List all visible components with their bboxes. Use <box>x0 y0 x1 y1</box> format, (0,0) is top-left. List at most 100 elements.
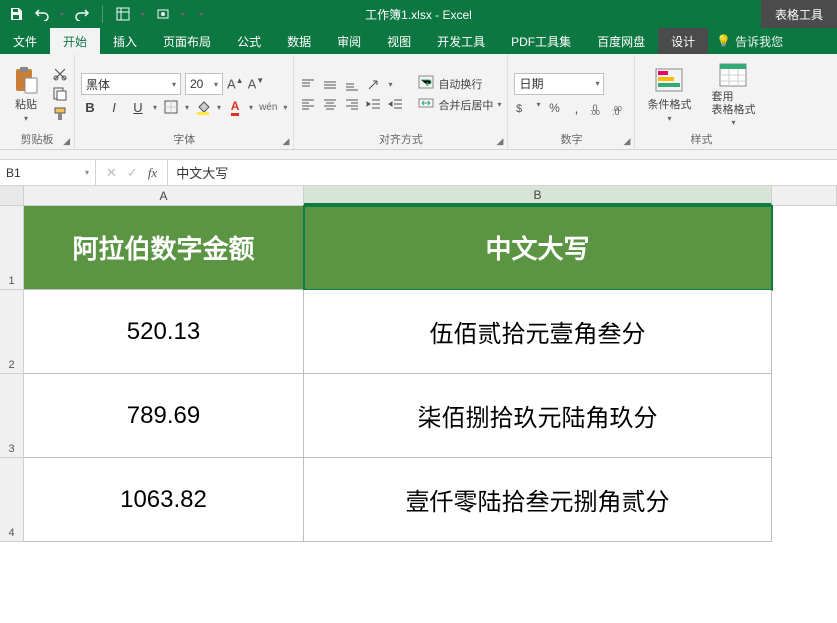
tab-developer[interactable]: 开发工具 <box>424 28 498 54</box>
conditional-format-button[interactable]: 条件格式 ▾ <box>641 64 697 125</box>
accounting-icon[interactable]: $ <box>514 100 530 116</box>
increase-decimal-icon[interactable]: .0.00 <box>590 100 606 116</box>
quick-access-toolbar: ▾ ▾ ▾ ▾ <box>0 5 211 23</box>
row-header-2[interactable]: 2 <box>0 290 24 374</box>
paste-button[interactable]: 粘贴 ▾ <box>6 64 46 125</box>
number-launcher-icon[interactable]: ◢ <box>624 136 631 147</box>
font-size-combo[interactable]: 20▾ <box>185 73 223 95</box>
phonetic-icon[interactable]: wén <box>259 102 277 113</box>
name-box[interactable]: B1 ▾ <box>0 160 96 185</box>
worksheet-grid: A B 1 2 3 4 阿拉伯数字金额 中文大写 520.13 伍佰贰拾元壹角叁… <box>0 186 837 542</box>
cancel-icon[interactable]: ✕ <box>106 165 117 181</box>
formula-input[interactable]: 中文大写 <box>168 160 837 185</box>
group-number: 日期▾ $▾ % , .0.00 .00.0 数字◢ <box>508 54 635 149</box>
qat-extra1-icon[interactable] <box>115 6 131 22</box>
enter-icon[interactable]: ✓ <box>127 165 138 181</box>
alignment-launcher-icon[interactable]: ◢ <box>497 136 504 147</box>
tab-pdf[interactable]: PDF工具集 <box>498 28 584 54</box>
tell-me-label: 告诉我您 <box>735 33 783 50</box>
tab-home[interactable]: 开始 <box>50 28 100 54</box>
align-top-icon[interactable] <box>300 78 316 92</box>
copy-icon[interactable] <box>52 86 68 102</box>
wrap-label: 自动换行 <box>438 76 482 92</box>
tab-file[interactable]: 文件 <box>0 28 50 54</box>
tab-page-layout[interactable]: 页面布局 <box>150 28 224 54</box>
paste-dd-icon: ▾ <box>24 114 28 123</box>
cell-A2[interactable]: 520.13 <box>24 290 304 374</box>
font-launcher-icon[interactable]: ◢ <box>283 136 290 147</box>
redo-icon[interactable] <box>74 6 90 22</box>
name-box-dd-icon[interactable]: ▾ <box>85 168 89 177</box>
cell-A3[interactable]: 789.69 <box>24 374 304 458</box>
save-icon[interactable] <box>8 6 24 22</box>
ribbon-tabs: 文件 开始 插入 页面布局 公式 数据 审阅 视图 开发工具 PDF工具集 百度… <box>0 28 837 54</box>
wrap-text-button[interactable]: 自动换行 <box>418 75 501 92</box>
align-middle-icon[interactable] <box>322 78 338 92</box>
fill-color-icon[interactable] <box>195 99 211 115</box>
align-center-icon[interactable] <box>322 97 338 111</box>
percent-icon[interactable]: % <box>546 100 562 116</box>
borders-icon[interactable] <box>163 99 179 115</box>
cond-format-icon <box>655 66 683 94</box>
cell-B1[interactable]: 中文大写 <box>304 206 772 290</box>
orientation-icon[interactable] <box>366 78 382 92</box>
qat-extra2-dd-icon[interactable]: ▾ <box>181 10 185 19</box>
fx-icon[interactable]: fx <box>148 165 157 181</box>
formula-bar: B1 ▾ ✕ ✓ fx 中文大写 <box>0 160 837 186</box>
cell-A4[interactable]: 1063.82 <box>24 458 304 542</box>
tab-view[interactable]: 视图 <box>374 28 424 54</box>
decrease-font-icon[interactable]: A▼ <box>248 76 265 91</box>
merge-label: 合并后居中 <box>438 97 493 113</box>
clipboard-launcher-icon[interactable]: ◢ <box>63 136 70 147</box>
tab-baidu[interactable]: 百度网盘 <box>584 28 658 54</box>
tell-me-search[interactable]: 💡 告诉我您 <box>716 28 783 54</box>
tab-insert[interactable]: 插入 <box>100 28 150 54</box>
align-left-icon[interactable] <box>300 97 316 111</box>
font-name-combo[interactable]: 黑体▾ <box>81 73 181 95</box>
row-header-4[interactable]: 4 <box>0 458 24 542</box>
col-header-B[interactable]: B <box>304 186 772 205</box>
undo-dropdown-icon[interactable]: ▾ <box>60 10 64 19</box>
qat-customize-icon[interactable]: ▾ <box>199 10 203 19</box>
cell-B4[interactable]: 壹仟零陆拾叁元捌角贰分 <box>304 458 772 542</box>
select-all-corner[interactable] <box>0 186 24 205</box>
merge-icon <box>418 96 434 113</box>
qat-extra1-dd-icon[interactable]: ▾ <box>141 10 145 19</box>
indent-inc-icon[interactable] <box>388 97 404 111</box>
merge-center-button[interactable]: 合并后居中 ▾ <box>418 96 501 113</box>
tab-data[interactable]: 数据 <box>274 28 324 54</box>
cond-format-label: 条件格式 <box>647 96 691 112</box>
align-right-icon[interactable] <box>344 97 360 111</box>
row-header-3[interactable]: 3 <box>0 374 24 458</box>
group-alignment: ▾ 自动换行 合并后居中 ▾ <box>294 54 508 149</box>
decrease-decimal-icon[interactable]: .00.0 <box>612 100 628 116</box>
indent-dec-icon[interactable] <box>366 97 382 111</box>
tab-design[interactable]: 设计 <box>658 28 708 54</box>
paste-icon <box>12 66 40 94</box>
font-color-icon[interactable]: A <box>227 99 243 115</box>
title-bar: ▾ ▾ ▾ ▾ 工作簿1.xlsx - Excel 表格工具 <box>0 0 837 28</box>
tab-formulas[interactable]: 公式 <box>224 28 274 54</box>
comma-icon[interactable]: , <box>568 100 584 116</box>
cell-B2[interactable]: 伍佰贰拾元壹角叁分 <box>304 290 772 374</box>
italic-button[interactable]: I <box>105 100 123 115</box>
cell-A1[interactable]: 阿拉伯数字金额 <box>24 206 304 290</box>
cell-B3[interactable]: 柒佰捌拾玖元陆角玖分 <box>304 374 772 458</box>
cut-icon[interactable] <box>52 66 68 82</box>
undo-icon[interactable] <box>34 6 50 22</box>
ribbon: 粘贴 ▾ 剪贴板◢ 黑体▾ 20▾ <box>0 54 837 150</box>
name-box-value: B1 <box>6 166 21 180</box>
align-bottom-icon[interactable] <box>344 78 360 92</box>
paste-label: 粘贴 <box>15 96 37 112</box>
underline-button[interactable]: U <box>129 100 147 115</box>
table-format-button[interactable]: 套用 表格格式 ▾ <box>705 59 761 128</box>
row-header-1[interactable]: 1 <box>0 206 24 290</box>
qat-extra2-icon[interactable] <box>155 6 171 22</box>
bold-button[interactable]: B <box>81 100 99 115</box>
number-format-combo[interactable]: 日期▾ <box>514 73 604 95</box>
format-painter-icon[interactable] <box>52 106 68 122</box>
increase-font-icon[interactable]: A▲ <box>227 76 244 91</box>
tab-review[interactable]: 审阅 <box>324 28 374 54</box>
col-header-A[interactable]: A <box>24 186 304 205</box>
col-header-rest[interactable] <box>772 186 837 205</box>
